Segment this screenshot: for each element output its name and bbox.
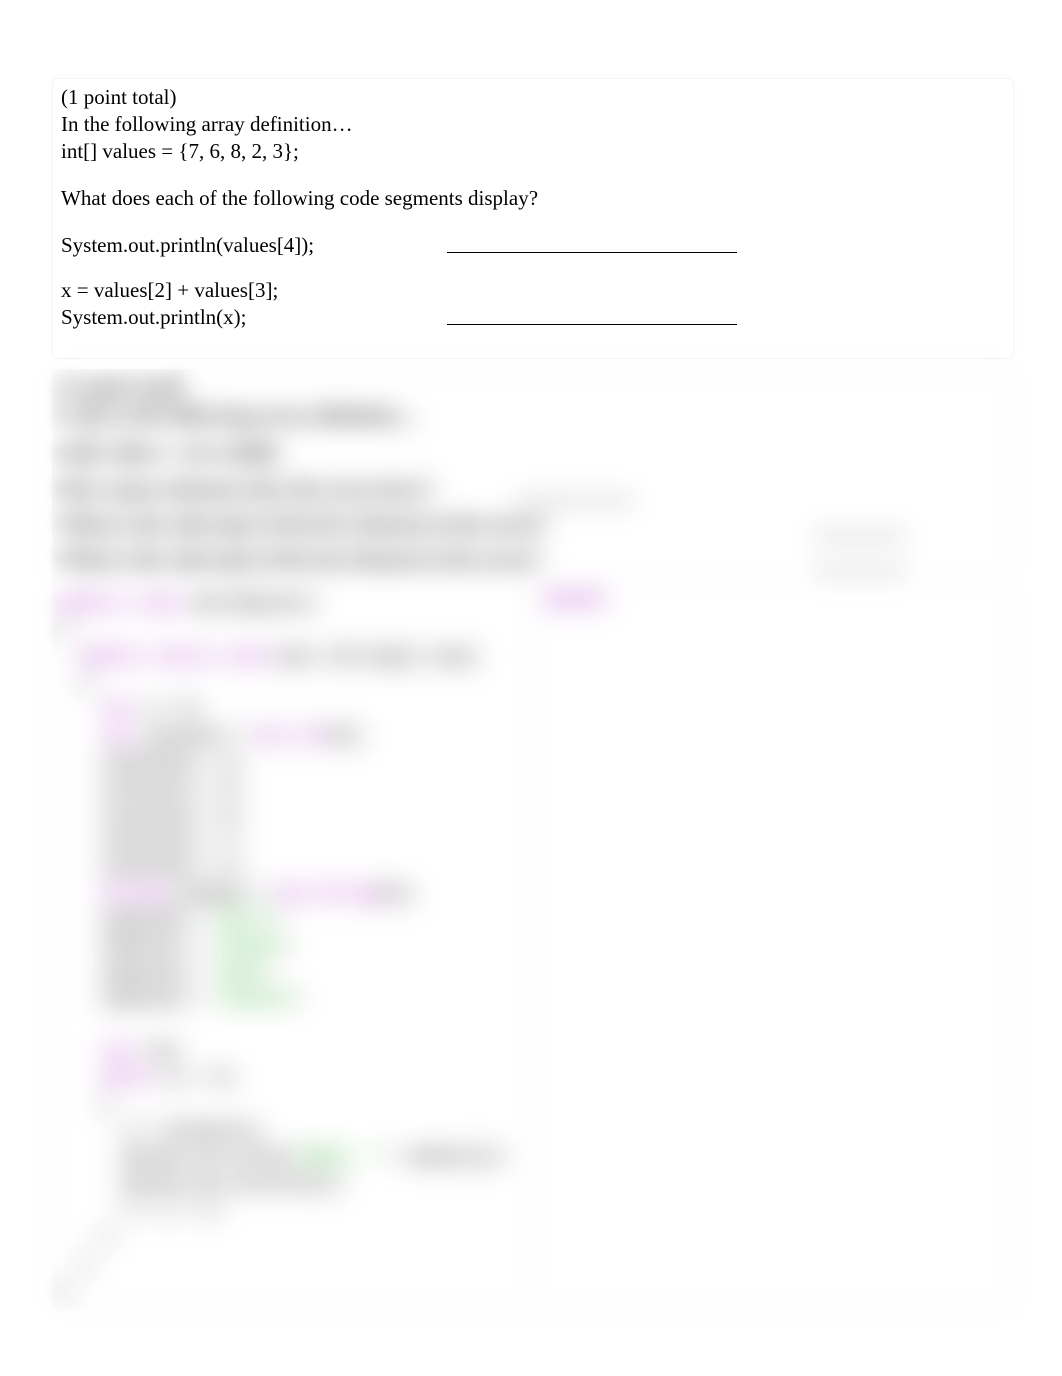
body4: i = i + 1; [122, 1201, 224, 1220]
class-name: WorthXpoints [183, 595, 316, 614]
kw-int-i: int [102, 1043, 133, 1062]
n0c: ; [275, 911, 285, 930]
code-output-row: public class WorthXpoints { public stati… [52, 585, 1014, 1310]
n2a: names[2] = [102, 964, 214, 983]
q2-p3-text: What is the subscript of the last elemen… [61, 547, 542, 572]
locked-preview-region: (1 point total) Look at the following ar… [52, 369, 1014, 1310]
n1c: ; [285, 937, 295, 956]
kw-string: String [102, 885, 163, 904]
q2-part-3: What is the subscript of the last elemen… [61, 547, 1005, 572]
body3: System.out.println(x); [122, 1175, 346, 1194]
brace-close-1: } [61, 1280, 71, 1299]
kw-main: public static void [81, 648, 265, 667]
kw-new-string: new String [275, 885, 377, 904]
q1-intro: In the following array definition… [61, 112, 1005, 137]
n3c: ; [296, 990, 306, 1009]
output-label: OUTPUT [545, 592, 606, 611]
v4: values[4] = 2; [102, 858, 245, 877]
body2b: "Name: " [296, 1148, 378, 1167]
brace-open-3: { [102, 1096, 112, 1115]
while-cond: (i < 4) [153, 1069, 235, 1088]
kw-int-x: int [102, 700, 133, 719]
output-card: OUTPUT [536, 585, 1014, 1310]
n2c: ; [265, 964, 275, 983]
brace-close-2: } [81, 1254, 91, 1273]
q1-prompt: What does each of the following code seg… [61, 186, 1005, 211]
decl-i: i=0; [132, 1043, 183, 1062]
n0a: names[0] = [102, 911, 214, 930]
n3b: "Connie" [214, 990, 296, 1009]
brace-open-2: { [81, 674, 91, 693]
v1: values[1] = 5; [102, 779, 245, 798]
body2a: System.out.print( [122, 1148, 295, 1167]
answer-blank-2[interactable] [447, 305, 737, 325]
v0: values[0] = 3; [102, 753, 245, 772]
question-1-card: (1 point total) In the following array d… [52, 78, 1014, 359]
code-card: public class WorthXpoints { public stati… [52, 585, 530, 1310]
q1-points: (1 point total) [61, 85, 1005, 110]
n1a: names[1] = [102, 937, 214, 956]
arr-decl: []values = [132, 727, 254, 746]
v2: values[2] = 9; [102, 806, 245, 825]
q2-part-1: How many elements does the array have? [61, 477, 1005, 502]
question-2-card: (1 point total) Look at the following ar… [52, 369, 1014, 579]
q2-decl: int[] values = new int[8]; [61, 440, 1005, 465]
decl-x: x = 0; [132, 700, 203, 719]
q2-points: (1 point total) [61, 376, 1005, 401]
kw-public-class: public class [61, 595, 183, 614]
body1: x = values[i]; [122, 1122, 265, 1141]
q2-blank-3[interactable] [815, 556, 905, 572]
q1-segment-1: System.out.println(values[4]); [61, 233, 1005, 258]
kw-int-arr: int [102, 727, 133, 746]
n0b: "Bill" [214, 911, 275, 930]
brace-open-1: { [61, 621, 71, 640]
kw-while: while [102, 1069, 153, 1088]
q2-p1-text: How many elements does the array have? [61, 477, 511, 502]
arr-sz: [5]; [326, 727, 367, 746]
n2b: "Sam" [214, 964, 265, 983]
q2-p2-text: What is the subscript of the first eleme… [61, 512, 547, 537]
kw-new-int: new int [255, 727, 326, 746]
q2-intro: Look at the following array definition… [61, 403, 1005, 428]
q1-code-1: System.out.println(values[4]); [61, 233, 447, 258]
main-sig: main (String[] args) [265, 648, 479, 667]
q2-blank-1[interactable] [515, 486, 633, 502]
q1-decl: int[] values = {7, 6, 8, 2, 3}; [61, 139, 1005, 164]
str-sz: [4]; [377, 885, 418, 904]
body2c: + names[i]); [377, 1148, 510, 1167]
n1b: "Susan" [214, 937, 285, 956]
v3: values[3] = 7; [102, 832, 245, 851]
n3a: names[3] = [102, 990, 214, 1009]
q2-blank-2[interactable] [815, 521, 905, 537]
q1-code-2a: x = values[2] + values[3]; [61, 278, 1005, 303]
q2-part-2: What is the subscript of the first eleme… [61, 512, 1005, 537]
answer-blank-1[interactable] [447, 233, 737, 253]
q1-code-2b: System.out.println(x); [61, 305, 447, 330]
str-decl: []names = [163, 885, 275, 904]
q1-segment-2: System.out.println(x); [61, 305, 1005, 330]
brace-close-3: } [102, 1227, 112, 1246]
